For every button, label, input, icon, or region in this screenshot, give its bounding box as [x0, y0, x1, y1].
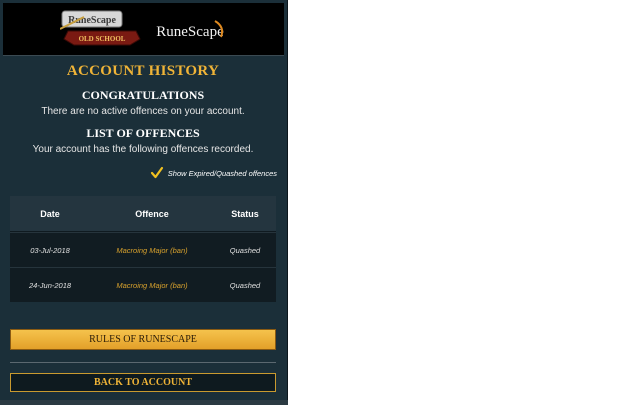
- header-banner: RuneScape OLD SCHOOL RuneScape: [3, 3, 284, 56]
- offence-name: Macroing Major (ban): [116, 245, 188, 255]
- table-row: 03-Jul-2018 Macroing Major (ban) Quashed: [10, 232, 276, 267]
- offences-text: Your account has the following offences …: [32, 144, 254, 155]
- rules-of-runescape-button[interactable]: RULES OF RUNESCAPE: [10, 329, 276, 350]
- offence-date: 03-Jul-2018: [30, 245, 70, 255]
- divider: [10, 362, 276, 363]
- column-header-status: Status: [231, 208, 259, 219]
- table-row: 24-Jun-2018 Macroing Major (ban) Quashed: [10, 267, 276, 302]
- column-header-offence: Offence: [135, 208, 169, 219]
- page-title: ACCOUNT HISTORY: [66, 63, 220, 79]
- show-expired-toggle[interactable]: Show Expired/Quashed offences: [150, 166, 277, 180]
- offences-heading: LIST OF OFFENCES: [86, 126, 200, 140]
- congratulations-text: There are no active offences on your acc…: [41, 106, 245, 117]
- back-to-account-button[interactable]: BACK TO ACCOUNT: [10, 373, 276, 392]
- runescape-logo[interactable]: RuneScape: [151, 15, 229, 45]
- table-header: Date Offence Status: [10, 196, 276, 232]
- show-expired-label[interactable]: Show Expired/Quashed offences: [168, 169, 277, 178]
- old-school-runescape-logo[interactable]: RuneScape OLD SCHOOL: [60, 9, 142, 49]
- offences-table: Date Offence Status 03-Jul-2018 Macroing…: [10, 196, 276, 302]
- offence-status: Quashed: [229, 245, 261, 255]
- offence-name: Macroing Major (ban): [116, 280, 188, 290]
- osrs-logo-bottom-text: OLD SCHOOL: [79, 35, 126, 43]
- offence-date: 24-Jun-2018: [28, 280, 72, 290]
- bottom-scroll-strip: [0, 400, 288, 405]
- checkmark-icon[interactable]: [150, 166, 164, 180]
- offence-status: Quashed: [229, 280, 261, 290]
- congratulations-heading: CONGRATULATIONS: [81, 88, 205, 102]
- column-header-date: Date: [40, 208, 60, 219]
- account-history-panel: RuneScape OLD SCHOOL RuneScape ACCOUNT H…: [0, 0, 288, 405]
- rs-logo-text: RuneScape: [156, 24, 224, 40]
